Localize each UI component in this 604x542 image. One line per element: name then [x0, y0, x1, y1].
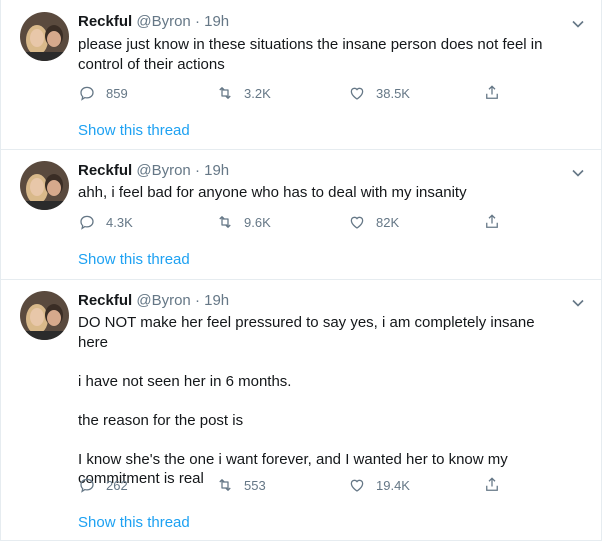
tweet-3[interactable]: Reckful @Byron · 19h DO NOT make her fee…	[1, 279, 601, 540]
tweet-text: DO NOT make her feel pressured to say ye…	[78, 314, 535, 487]
user-handle[interactable]: @Byron	[136, 13, 190, 30]
share-button[interactable]	[483, 475, 511, 495]
like-button[interactable]: 82K	[348, 212, 399, 232]
tweet-header: Reckful @Byron · 19h	[78, 162, 229, 180]
user-handle[interactable]: @Byron	[136, 162, 190, 179]
show-thread-link[interactable]: Show this thread	[78, 122, 190, 139]
chevron-down-icon[interactable]	[571, 17, 585, 31]
reply-icon	[80, 215, 94, 230]
retweet-count: 553	[244, 477, 266, 493]
share-button[interactable]	[483, 212, 511, 232]
separator-dot: ·	[194, 162, 200, 179]
share-icon	[486, 214, 498, 228]
display-name[interactable]: Reckful	[78, 162, 132, 179]
like-icon	[350, 87, 364, 100]
reply-button[interactable]: 4.3K	[78, 212, 133, 232]
tweet-header: Reckful @Byron · 19h	[78, 13, 229, 31]
like-icon	[350, 216, 364, 229]
share-button[interactable]	[483, 83, 511, 103]
reply-button[interactable]: 262	[78, 475, 128, 495]
reply-icon	[80, 86, 94, 101]
timestamp[interactable]: 19h	[204, 162, 229, 179]
separator-dot: ·	[194, 13, 200, 30]
tweet-actions: 4.3K 9.6K 82K	[78, 212, 518, 232]
timeline: Reckful @Byron · 19h please just know in…	[0, 0, 602, 541]
tweet-actions: 262 553 19.4K	[78, 475, 518, 495]
retweet-button[interactable]: 3.2K	[216, 83, 271, 103]
share-icon	[486, 477, 498, 491]
like-icon	[350, 479, 364, 492]
timestamp[interactable]: 19h	[204, 13, 229, 30]
tweet-2[interactable]: Reckful @Byron · 19h ahh, i feel bad for…	[1, 149, 601, 279]
reply-button[interactable]: 859	[78, 83, 128, 103]
reply-count: 262	[106, 477, 128, 493]
tweet-1[interactable]: Reckful @Byron · 19h please just know in…	[1, 0, 601, 149]
tweet-text: please just know in these situations the…	[78, 36, 543, 73]
like-count: 38.5K	[376, 85, 410, 101]
chevron-down-icon[interactable]	[571, 296, 585, 310]
reply-count: 4.3K	[106, 214, 133, 230]
retweet-count: 9.6K	[244, 214, 271, 230]
tweet-actions: 859 3.2K 38.5K	[78, 83, 518, 103]
user-handle[interactable]: @Byron	[136, 292, 190, 309]
reply-count: 859	[106, 85, 128, 101]
reply-icon	[80, 478, 94, 493]
like-button[interactable]: 19.4K	[348, 475, 410, 495]
share-icon	[486, 85, 498, 99]
chevron-down-icon[interactable]	[571, 166, 585, 180]
retweet-button[interactable]: 553	[216, 475, 266, 495]
like-button[interactable]: 38.5K	[348, 83, 410, 103]
like-count: 19.4K	[376, 477, 410, 493]
retweet-icon	[219, 87, 231, 99]
display-name[interactable]: Reckful	[78, 13, 132, 30]
separator-dot: ·	[194, 292, 200, 309]
retweet-icon	[219, 479, 231, 491]
avatar[interactable]	[20, 12, 69, 61]
like-count: 82K	[376, 214, 400, 230]
display-name[interactable]: Reckful	[78, 292, 132, 309]
retweet-button[interactable]: 9.6K	[216, 212, 271, 232]
retweet-icon	[219, 216, 231, 228]
avatar[interactable]	[20, 291, 69, 340]
timestamp[interactable]: 19h	[204, 292, 229, 309]
retweet-count: 3.2K	[244, 85, 271, 101]
tweet-header: Reckful @Byron · 19h	[78, 292, 229, 310]
tweet-text: ahh, i feel bad for anyone who has to de…	[78, 184, 467, 201]
avatar[interactable]	[20, 161, 69, 210]
show-thread-link[interactable]: Show this thread	[78, 251, 190, 268]
show-thread-link[interactable]: Show this thread	[78, 514, 190, 531]
